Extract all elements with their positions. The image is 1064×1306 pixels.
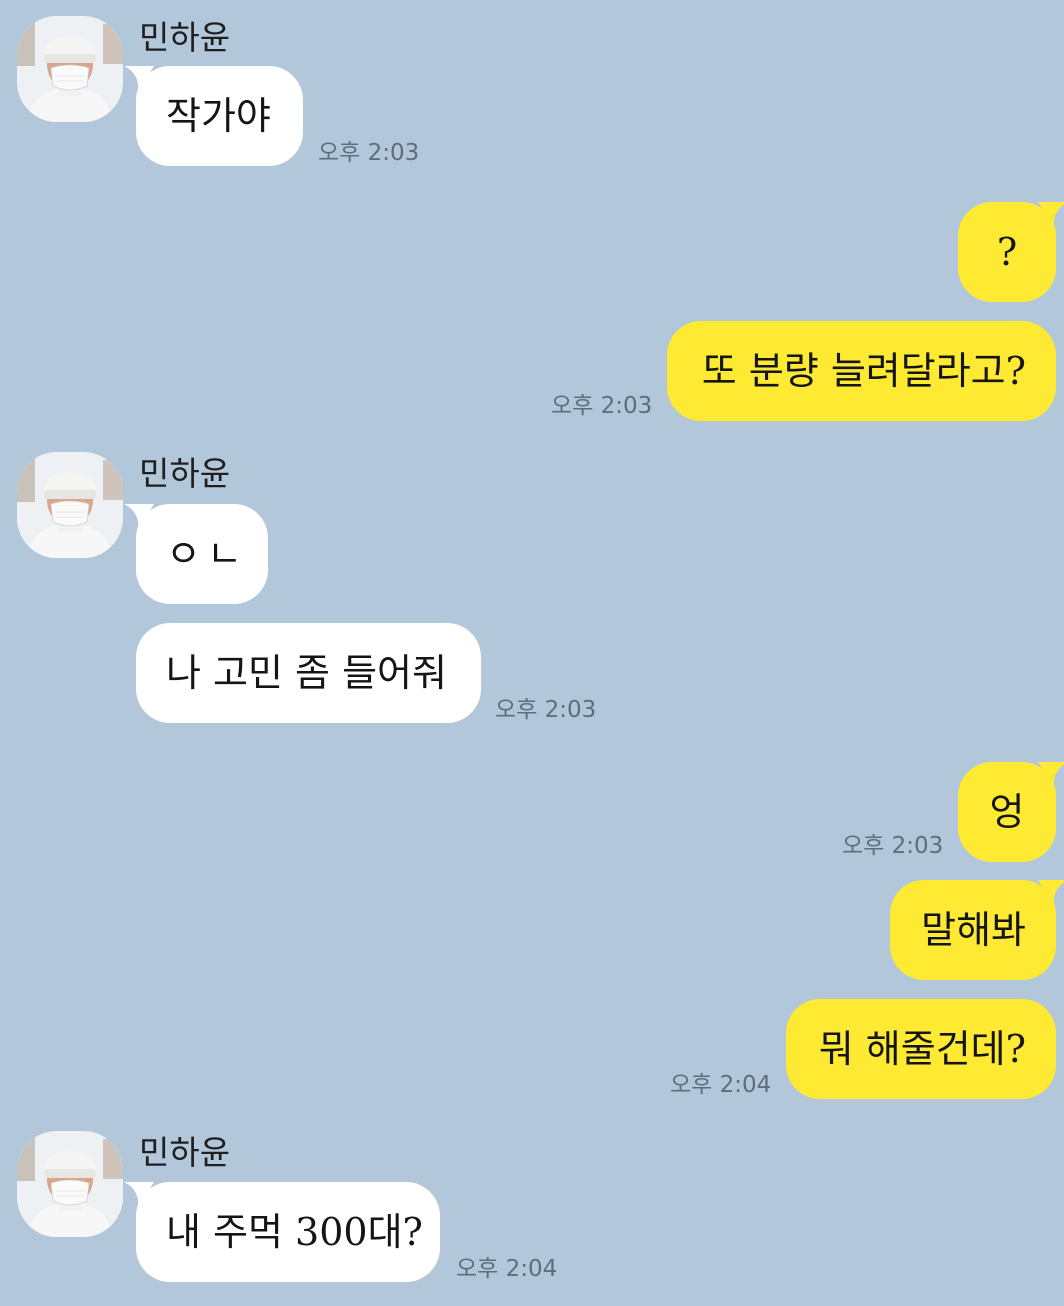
avatar[interactable] bbox=[17, 452, 123, 558]
bubble-tail-icon bbox=[124, 66, 154, 92]
message-bubble[interactable]: 나 고민 좀 들어줘 bbox=[136, 623, 481, 723]
bubble-tail-icon bbox=[124, 504, 154, 530]
bubble-tail-icon bbox=[1038, 762, 1064, 788]
message-text: 또 분량 늘려달라고? bbox=[701, 349, 1026, 393]
avatar[interactable] bbox=[17, 1131, 123, 1237]
message-text: 내 주먹 300대? bbox=[166, 1210, 423, 1254]
message-text: 작가야 bbox=[166, 94, 271, 138]
avatar-photo-icon bbox=[17, 16, 123, 122]
timestamp: 오후 2:03 bbox=[495, 697, 597, 723]
timestamp: 오후 2:03 bbox=[842, 833, 944, 859]
timestamp: 오후 2:04 bbox=[456, 1256, 558, 1282]
message-text: ? bbox=[996, 230, 1018, 274]
message-text: 엉 bbox=[989, 790, 1025, 834]
message-bubble[interactable]: ? bbox=[958, 202, 1064, 302]
message-bubble[interactable]: 내 주먹 300대? bbox=[124, 1182, 440, 1282]
message-text: 나 고민 좀 들어줘 bbox=[166, 651, 447, 695]
message-text: 뭐 해줄건데? bbox=[818, 1027, 1026, 1071]
bubble-tail-icon bbox=[1038, 202, 1064, 228]
message-bubble[interactable]: 말해봐 bbox=[890, 880, 1064, 980]
message-bubble[interactable]: 엉 bbox=[958, 762, 1064, 862]
bubble-tail-icon bbox=[124, 1182, 154, 1208]
message-bubble[interactable]: 뭐 해줄건데? bbox=[786, 999, 1056, 1099]
avatar-photo-icon bbox=[17, 452, 123, 558]
message-text: ㅇㄴ bbox=[166, 532, 248, 576]
message-bubble[interactable]: ㅇㄴ bbox=[124, 504, 268, 604]
sender-name: 민하윤 bbox=[139, 454, 231, 493]
timestamp: 오후 2:03 bbox=[318, 140, 420, 166]
timestamp: 오후 2:03 bbox=[551, 393, 653, 419]
avatar-photo-icon bbox=[17, 1131, 123, 1237]
message-text: 말해봐 bbox=[921, 908, 1026, 952]
message-bubble[interactable]: 작가야 bbox=[124, 66, 303, 166]
sender-name: 민하윤 bbox=[139, 18, 231, 57]
timestamp: 오후 2:04 bbox=[670, 1072, 772, 1098]
avatar[interactable] bbox=[17, 16, 123, 122]
message-bubble[interactable]: 또 분량 늘려달라고? bbox=[667, 321, 1056, 421]
bubble-tail-icon bbox=[1038, 880, 1064, 906]
sender-name: 민하윤 bbox=[139, 1133, 231, 1172]
